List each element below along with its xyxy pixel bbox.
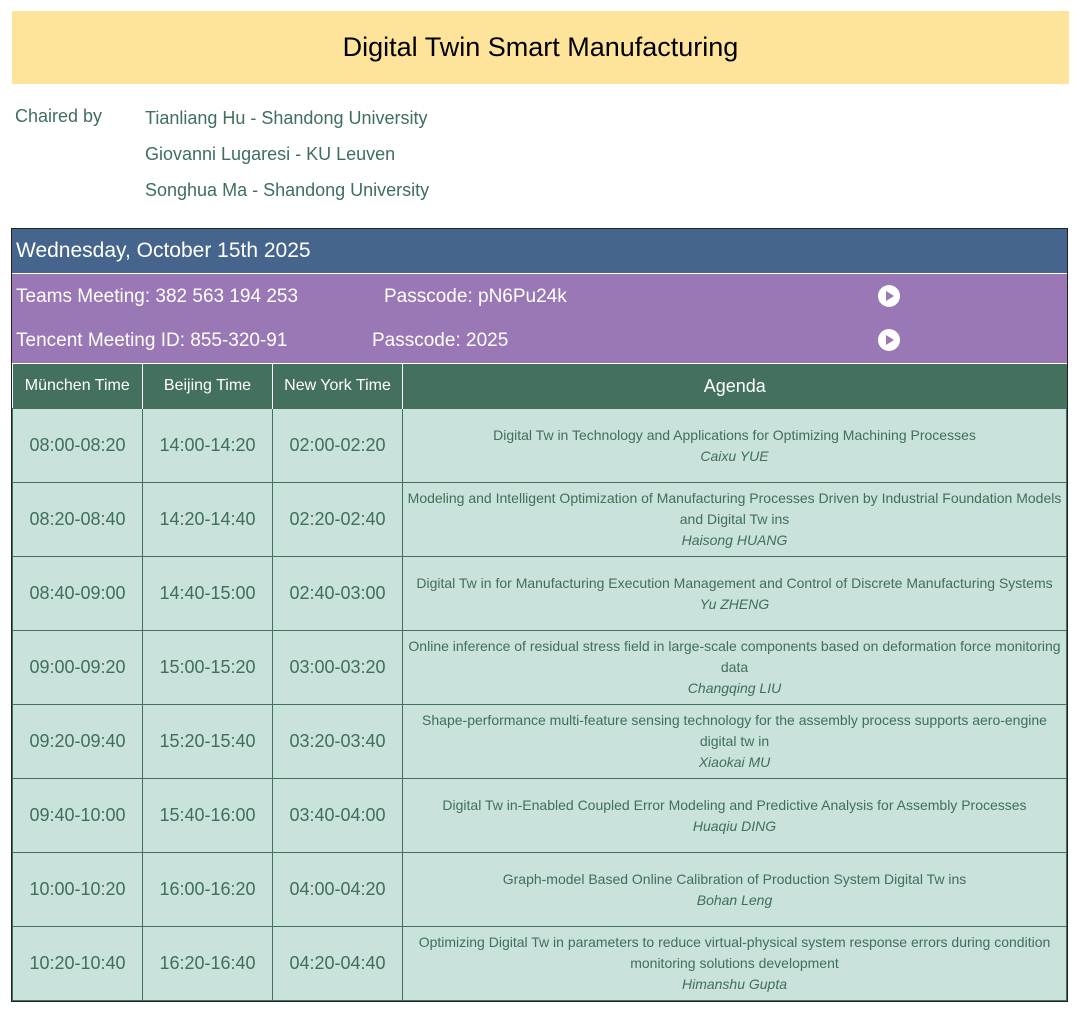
munich-time-cell: 09:20-09:40: [12, 704, 143, 779]
beijing-time-cell: 14:40-15:00: [142, 556, 273, 631]
talk-cell: Modeling and Intelligent Optimization of…: [402, 482, 1067, 557]
page-title: Digital Twin Smart Manufacturing: [12, 11, 1069, 84]
table-row: 08:20-08:40 14:20-14:40 02:20-02:40 Modelin…: [12, 482, 1067, 557]
speaker-name: Changqing LIU: [687, 680, 782, 696]
meeting-info: Teams Meeting: 382 563 194 253 Passcode:…: [12, 274, 1067, 364]
table-row: 09:20-09:40 15:20-15:40 03:20-03:40 Shape-p…: [12, 704, 1067, 779]
munich-time-cell: 10:20-10:40: [12, 926, 143, 1001]
talk-title: Digital Tw in-Enabled Coupled Error Mode…: [442, 796, 1027, 813]
munich-time-cell: 09:40-10:00: [12, 778, 143, 853]
beijing-time-cell: 16:20-16:40: [142, 926, 273, 1001]
table-row: 08:00-08:20 14:00-14:20 02:00-02:20 Digital…: [12, 408, 1067, 483]
speaker-name: Bohan Leng: [696, 891, 773, 908]
newyork-time-cell: 02:00-02:20: [272, 408, 403, 483]
talk-title: Digital Tw in for Manufacturing Executio…: [416, 574, 1053, 591]
newyork-time-cell: 03:00-03:20: [272, 630, 403, 705]
talk-title: Optimizing Digital Tw in parameters to r…: [418, 934, 1051, 971]
speaker-name: Yu ZHENG: [699, 595, 770, 612]
teams-meeting: Teams Meeting: 382 563 194 253 Passcode:…: [16, 274, 1066, 318]
play-circle-icon[interactable]: [878, 285, 900, 307]
talk-cell: Digital Tw in Technology and Application…: [402, 408, 1067, 483]
munich-time-cell: 10:00-10:20: [12, 852, 143, 927]
play-circle-icon[interactable]: [878, 329, 900, 351]
chairs-list: Tianliang Hu - Shandong University Giova…: [145, 106, 645, 214]
talk-cell: Digital Tw in for Manufacturing Executio…: [402, 556, 1067, 631]
table-row: 09:40-10:00 15:40-16:00 03:40-04:00 Digital…: [12, 778, 1067, 853]
column-header-agenda: Agenda: [402, 364, 1067, 409]
table-row: 10:00-10:20 16:00-16:20 04:00-04:20 Graph-m…: [12, 852, 1067, 927]
beijing-time-cell: 14:00-14:20: [142, 408, 273, 483]
speaker-name: Xiaokai MU: [698, 754, 771, 770]
meeting-passcode: Passcode: pN6Pu24k: [384, 286, 567, 307]
table-row: 10:20-10:40 16:20-16:40 04:20-04:40 Optimiz…: [12, 926, 1067, 1001]
talk-title: Online inference of residual stress fiel…: [408, 638, 1061, 675]
chairs-label: Chaired by: [15, 106, 103, 126]
chair-name: Tianliang Hu - Shandong University: [145, 108, 428, 128]
munich-time-cell: 08:40-09:00: [12, 556, 143, 631]
newyork-time-cell: 03:40-04:00: [272, 778, 403, 853]
schedule-table: Wednesday, October 15th 2025 Teams Meeti…: [11, 228, 1068, 1002]
agenda-header-row: München Time Beijing Time New York Time …: [12, 364, 1067, 409]
meeting-passcode: Passcode: 2025: [372, 330, 509, 351]
beijing-time-cell: 14:20-14:40: [142, 482, 273, 557]
talk-cell: Graph-model Based Online Calibration of …: [402, 852, 1067, 927]
talk-title: Graph-model Based Online Calibration of …: [502, 870, 967, 887]
newyork-time-cell: 03:20-03:40: [272, 704, 403, 779]
column-header-munich: München Time: [12, 364, 143, 409]
tencent-meeting: Tencent Meeting ID: 855-320-91 Passcode:…: [16, 318, 1066, 362]
agenda-table: München Time Beijing Time New York Time …: [12, 364, 1067, 1001]
speaker-name: Huaqiu DING: [692, 817, 777, 834]
column-header-newyork: New York Time: [272, 364, 403, 409]
munich-time-cell: 08:00-08:20: [12, 408, 143, 483]
munich-time-cell: 09:00-09:20: [12, 630, 143, 705]
beijing-time-cell: 15:00-15:20: [142, 630, 273, 705]
speaker-name: Himanshu Gupta: [681, 976, 788, 992]
talk-title: Modeling and Intelligent Optimization of…: [407, 490, 1062, 527]
munich-time-cell: 08:20-08:40: [12, 482, 143, 557]
talk-cell: Digital Tw in-Enabled Coupled Error Mode…: [402, 778, 1067, 853]
newyork-time-cell: 02:40-03:00: [272, 556, 403, 631]
talk-cell: Shape-performance multi-feature sensing …: [402, 704, 1067, 779]
chair-name: Giovanni Lugaresi - KU Leuven: [145, 144, 396, 164]
day-header: Wednesday, October 15th 2025: [12, 229, 1067, 274]
newyork-time-cell: 04:20-04:40: [272, 926, 403, 1001]
beijing-time-cell: 16:00-16:20: [142, 852, 273, 927]
meeting-label: Tencent Meeting ID: 855-320-91: [16, 330, 288, 351]
meeting-label: Teams Meeting: 382 563 194 253: [16, 286, 299, 307]
table-row: 08:40-09:00 14:40-15:00 02:40-03:00 Digital…: [12, 556, 1067, 631]
talk-cell: Optimizing Digital Tw in parameters to r…: [402, 926, 1067, 1001]
talk-title: Shape-performance multi-feature sensing …: [422, 712, 1047, 749]
talk-cell: Online inference of residual stress fiel…: [402, 630, 1067, 705]
table-row: 09:00-09:20 15:00-15:20 03:00-03:20 Online …: [12, 630, 1067, 705]
beijing-time-cell: 15:40-16:00: [142, 778, 273, 853]
beijing-time-cell: 15:20-15:40: [142, 704, 273, 779]
newyork-time-cell: 04:00-04:20: [272, 852, 403, 927]
speaker-name: Haisong HUANG: [681, 532, 788, 548]
newyork-time-cell: 02:20-02:40: [272, 482, 403, 557]
column-header-beijing: Beijing Time: [142, 364, 273, 409]
speaker-name: Caixu YUE: [700, 447, 769, 464]
chair-name: Songhua Ma - Shandong University: [145, 180, 430, 200]
talk-title: Digital Tw in Technology and Application…: [493, 426, 976, 443]
